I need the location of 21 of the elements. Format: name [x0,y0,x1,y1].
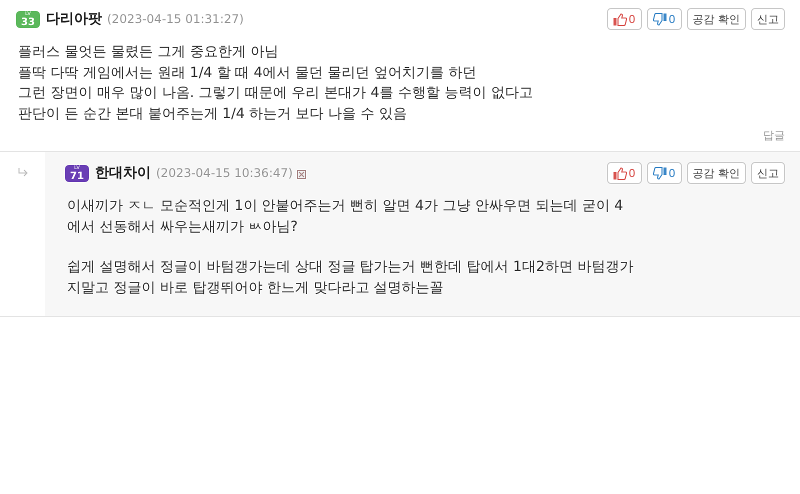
empathy-check-button[interactable]: 공감 확인 [686,8,746,30]
comment-time: (2023-04-15 01:31:27) [107,12,244,26]
thumbs-up-icon [612,12,626,26]
nickname[interactable]: 다리아팟 [46,10,102,28]
nickname[interactable]: 한대차이 [95,164,151,182]
report-button[interactable]: 신고 [751,8,785,30]
empathy-check-button[interactable]: 공감 확인 [686,162,746,184]
reply-arrow-icon [18,168,28,177]
dislike-button[interactable]: 0 [646,162,682,184]
thumbs-down-icon [652,12,666,26]
comment-text: 쉽게 설명해서 정글이 바텀갱가는데 상대 정글 탑가는거 뻔한데 탑에서 1대2하면 바텀갱가 지말고 정글이 바로 탑갱뛰어야 한느게 맞다라고 설명하는꼴 [67,258,634,298]
dislike-button[interactable]: 0 [646,8,682,30]
comment-text: 플러스 물엇든 물렸든 그게 중요한게 아님 플딱 다딱 게임에서는 원래 1/4 할 때 4에서 물던 물리던 엎어치기를 하던 그런 장면이 매우 많이 나옴. 그렇기 때문에 우리 본대가 4를 수행할 능력이 없다고 판단이 든 순간 본대 붙어주는게 1/4 하는거 보다 나을 수 있음 [18,43,534,124]
like-button[interactable]: 0 [606,162,642,184]
delete-box-icon[interactable] [296,170,306,178]
comment-time: (2023-04-15 10:36:47) [156,166,293,180]
report-button[interactable]: 신고 [751,162,785,184]
like-button[interactable]: 0 [606,8,642,30]
thumbs-down-icon [652,166,666,180]
thumbs-up-icon [612,166,626,180]
comment-text: 이새끼가 ㅈㄴ 모순적인게 1이 안붙어주는거 뻔히 알면 4가 그냥 안싸우면 되는데 굳이 4 에서 선동해서 싸우는새끼가 ㅄ아님? [67,197,624,236]
